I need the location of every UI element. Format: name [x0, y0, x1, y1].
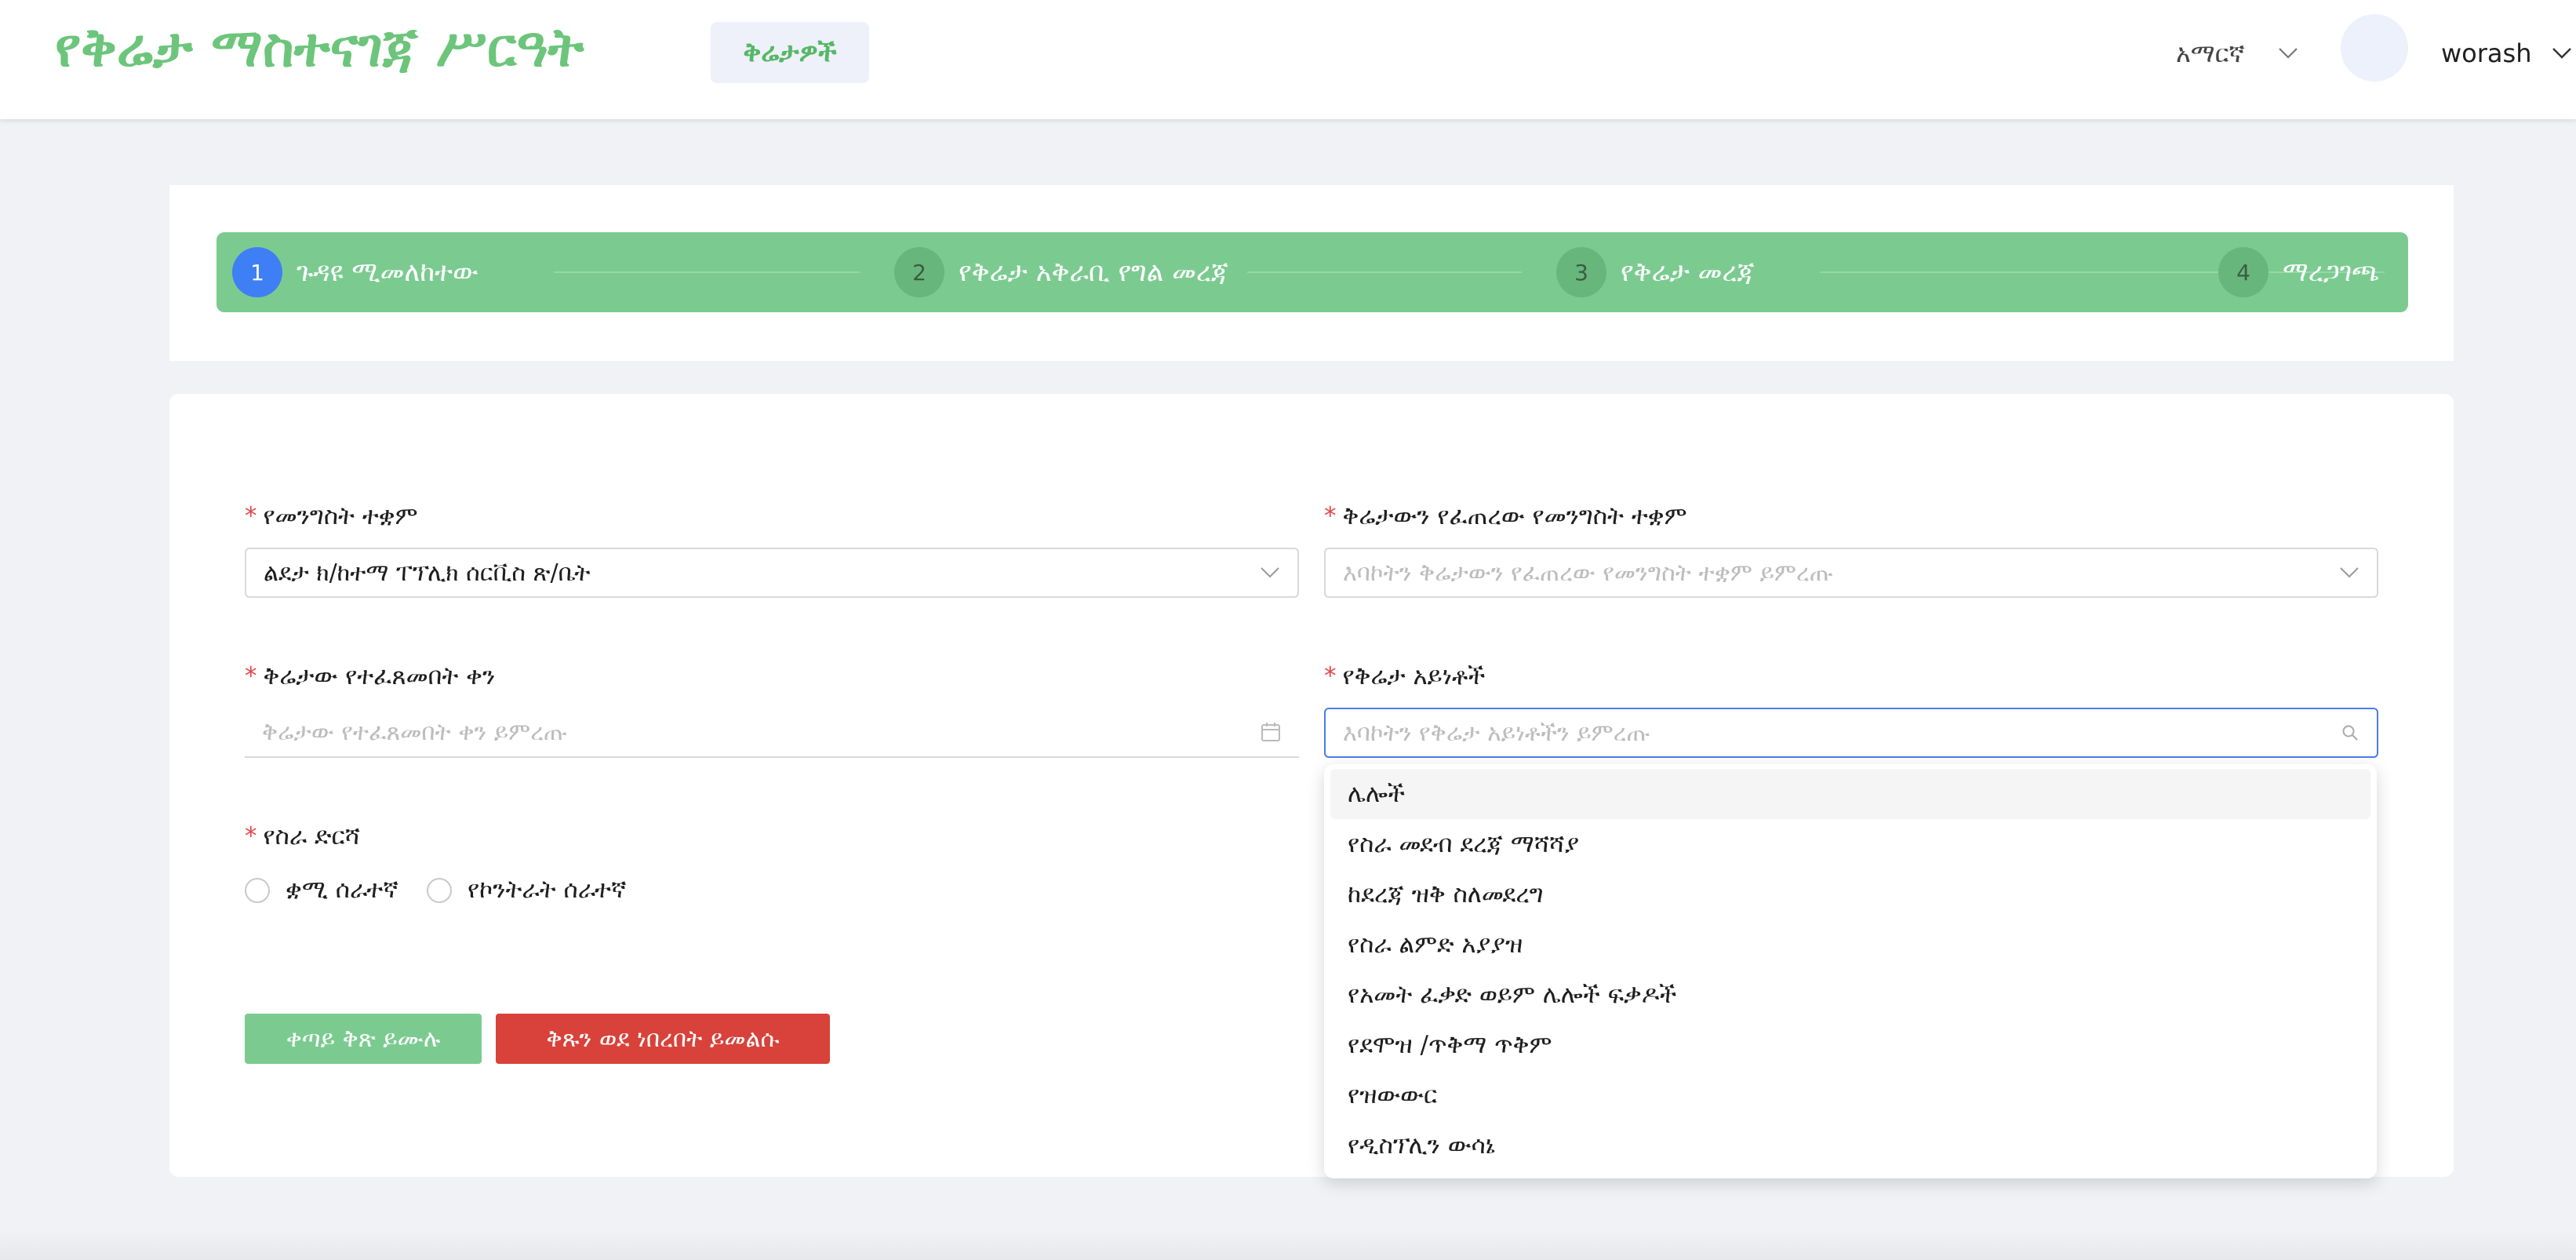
complaints-nav-button[interactable]: ቅሬታዎች: [711, 22, 869, 83]
step-4[interactable]: 4 ማረጋገጫ: [2218, 246, 2379, 299]
complaint-types-label-text: የቅሬታ አይነቶች: [1342, 662, 1486, 690]
avatar[interactable]: [2341, 14, 2408, 82]
radio-contract[interactable]: የኮንትራት ሰራተኛ: [427, 876, 627, 905]
dropdown-option[interactable]: የስራ መደብ ደረጃ ማሻሻያ: [1330, 819, 2370, 869]
steps-bar: 1 ጉዳዩ ሚመለከተው 2 የቅሬታ አቅራቢ የግል መረጃ 3 የቅሬታ …: [216, 232, 2408, 312]
language-label: አማርኛ: [2176, 38, 2245, 68]
step-connector: [554, 271, 860, 273]
dropdown-option[interactable]: የአመት ፈቃድ ወይም ሌሎች ፍቃዶች: [1330, 970, 2370, 1020]
dropdown-option[interactable]: የስራ ልምድ አያያዝ: [1330, 920, 2370, 970]
radio-permanent-label: ቋሚ ሰራተኛ: [286, 876, 398, 904]
step-number: 1: [232, 247, 282, 297]
dropdown-option[interactable]: የዝውውር: [1330, 1070, 2370, 1120]
chevron-down-icon: [2552, 48, 2572, 59]
chevron-down-icon: [1261, 567, 1279, 578]
radio-contract-label: የኮንትራት ሰራተኛ: [468, 876, 627, 904]
step-1[interactable]: 1 ጉዳዩ ሚመለከተው: [232, 246, 478, 299]
language-selector[interactable]: አማርኛ: [2176, 31, 2298, 75]
complaint-date-picker[interactable]: ቅሬታው የተፈጸመበት ቀን ይምረጡ: [245, 708, 1299, 758]
step-2[interactable]: 2 የቅሬታ አቅራቢ የግል መረጃ: [894, 246, 1228, 299]
required-marker: *: [245, 662, 257, 690]
next-form-button[interactable]: ቀጣይ ቅጽ ይሙሉ: [245, 1014, 482, 1064]
step-label: ማረጋገጫ: [2283, 257, 2380, 288]
required-marker: *: [1324, 662, 1337, 690]
gov-institution-value: ልደታ ክ/ከተማ ፐፕሊክ ሰርቪስ ጽ/ቤት: [264, 559, 591, 587]
complaint-types-placeholder: እባኮትን የቅሬታ አይነቶችን ይምረጡ: [1343, 719, 1650, 747]
radio-permanent[interactable]: ቋሚ ሰራተኛ: [245, 876, 398, 905]
step-number: 3: [1556, 247, 1606, 297]
user-menu[interactable]: worash: [2441, 31, 2572, 75]
reset-form-button[interactable]: ቅጹን ወደ ነበረበት ይመልሱ: [496, 1014, 830, 1064]
complaint-types-dropdown: ሌሎች የስራ መደብ ደረጃ ማሻሻያ ከደረጃ ዝቅ ስለመደረግ የስራ …: [1324, 764, 2377, 1178]
complaint-institution-select[interactable]: እባኮትን ቅሬታውን የፈጠረው የመንግስት ተቋም ይምረጡ: [1324, 548, 2378, 598]
work-level-label-text: የስራ ድርሻ: [263, 822, 360, 850]
dropdown-option[interactable]: ሌሎች: [1330, 769, 2370, 819]
chevron-down-icon: [2340, 567, 2359, 578]
complaint-institution-label-text: ቅሬታውን የፈጠረው የመንግስት ተቋም: [1342, 502, 1687, 530]
top-header: የቅሬታ ማስተናገጃ ሥርዓት ቅሬታዎች አማርኛ worash: [0, 0, 2576, 119]
radio-circle[interactable]: [427, 877, 452, 903]
required-marker: *: [1324, 502, 1337, 530]
complaint-types-label: * የቅሬታ አይነቶች: [1324, 662, 1485, 691]
step-connector: [1247, 271, 1522, 273]
page-bottom: [0, 1229, 2576, 1260]
required-marker: *: [245, 502, 257, 530]
gov-institution-label: * የመንግስት ተቋም: [245, 502, 418, 531]
complaint-date-label-text: ቅሬታው የተፈጸመበት ቀን: [263, 662, 496, 690]
complaint-types-select[interactable]: እባኮትን የቅሬታ አይነቶችን ይምረጡ: [1324, 708, 2378, 758]
complaint-institution-placeholder: እባኮትን ቅሬታውን የፈጠረው የመንግስት ተቋም ይምረጡ: [1343, 559, 1833, 587]
app-title: የቅሬታ ማስተናገጃ ሥርዓት: [55, 17, 584, 79]
step-3[interactable]: 3 የቅሬታ መረጃ: [1556, 246, 1755, 299]
dropdown-option[interactable]: የዲስፕሊን ውሳኔ: [1330, 1120, 2370, 1171]
dropdown-option[interactable]: ከደረጃ ዝቅ ስለመደረግ: [1330, 869, 2370, 920]
step-label: የቅሬታ አቅራቢ የግል መረጃ: [959, 257, 1229, 288]
chevron-down-icon: [2278, 48, 2298, 59]
dropdown-option[interactable]: የደሞዝ /ጥቅማ ጥቅም: [1330, 1020, 2370, 1070]
complaint-date-placeholder: ቅሬታው የተፈጸመበት ቀን ይምረጡ: [262, 718, 568, 746]
step-number: 2: [894, 247, 944, 297]
steps-card: 1 ጉዳዩ ሚመለከተው 2 የቅሬታ አቅራቢ የግል መረጃ 3 የቅሬታ …: [169, 185, 2454, 361]
username: worash: [2441, 38, 2532, 68]
gov-institution-label-text: የመንግስት ተቋም: [263, 502, 418, 530]
step-label: ጉዳዩ ሚመለከተው: [297, 257, 478, 288]
step-number: 4: [2218, 247, 2269, 297]
complaint-date-label: * ቅሬታው የተፈጸመበት ቀን: [245, 662, 495, 691]
required-marker: *: [245, 822, 257, 850]
radio-circle[interactable]: [245, 877, 270, 903]
search-icon: [2342, 725, 2358, 741]
calendar-icon: [1261, 723, 1280, 741]
work-level-label: * የስራ ድርሻ: [245, 822, 360, 851]
step-label: የቅሬታ መረጃ: [1621, 257, 1755, 288]
gov-institution-select[interactable]: ልደታ ክ/ከተማ ፐፕሊክ ሰርቪስ ጽ/ቤት: [245, 548, 1299, 598]
complaint-institution-label: * ቅሬታውን የፈጠረው የመንግስት ተቋም: [1324, 502, 1687, 531]
